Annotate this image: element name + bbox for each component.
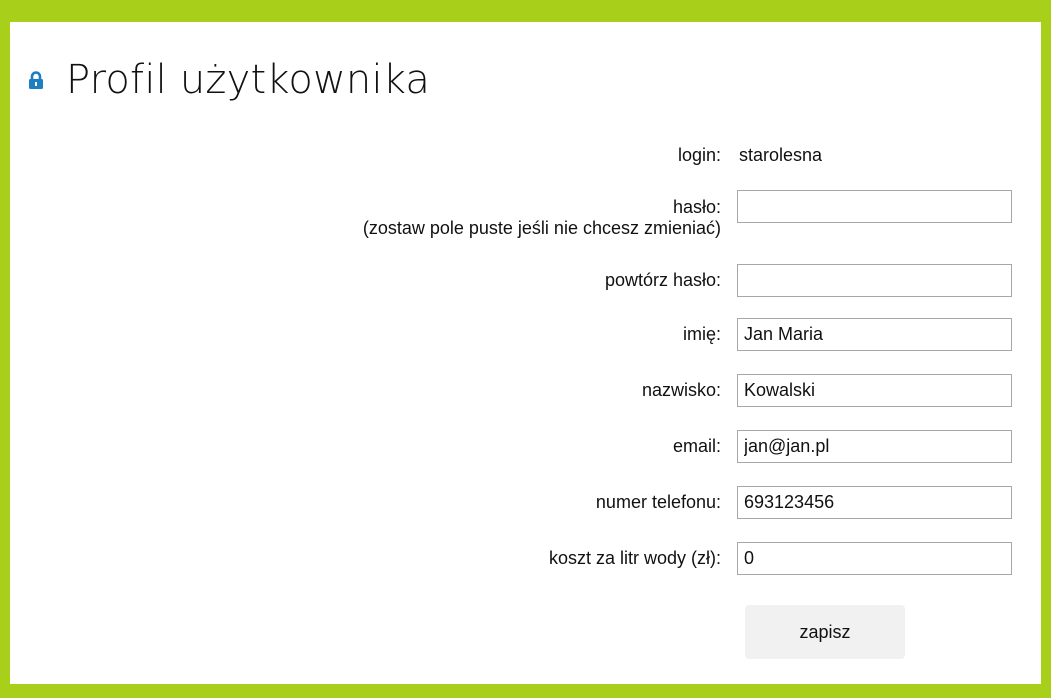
page-header: Profil użytkownika	[28, 50, 430, 110]
email-label: email:	[672, 436, 721, 456]
password-field[interactable]	[737, 190, 1012, 223]
last-name-label: nazwisko:	[641, 380, 721, 400]
lock-icon	[28, 71, 44, 89]
repeat-password-field[interactable]	[737, 264, 1012, 297]
water-cost-label: koszt za litr wody (zł):	[548, 548, 721, 568]
water-cost-field[interactable]	[737, 542, 1012, 575]
save-button[interactable]: zapisz	[745, 605, 905, 659]
phone-label: numer telefonu:	[595, 492, 721, 512]
email-field[interactable]	[737, 430, 1012, 463]
last-name-field[interactable]	[737, 374, 1012, 407]
first-name-field[interactable]	[737, 318, 1012, 351]
login-label: login:	[677, 145, 721, 165]
page-title: Profil użytkownika	[66, 57, 431, 103]
first-name-label: imię:	[682, 324, 721, 344]
password-hint: (zostaw pole puste jeśli nie chcesz zmie…	[362, 218, 721, 238]
repeat-password-label: powtórz hasło:	[604, 270, 721, 290]
password-label: hasło:	[672, 197, 721, 217]
login-value: starolesna	[739, 145, 823, 165]
phone-field[interactable]	[737, 486, 1012, 519]
profile-panel	[10, 22, 1041, 684]
